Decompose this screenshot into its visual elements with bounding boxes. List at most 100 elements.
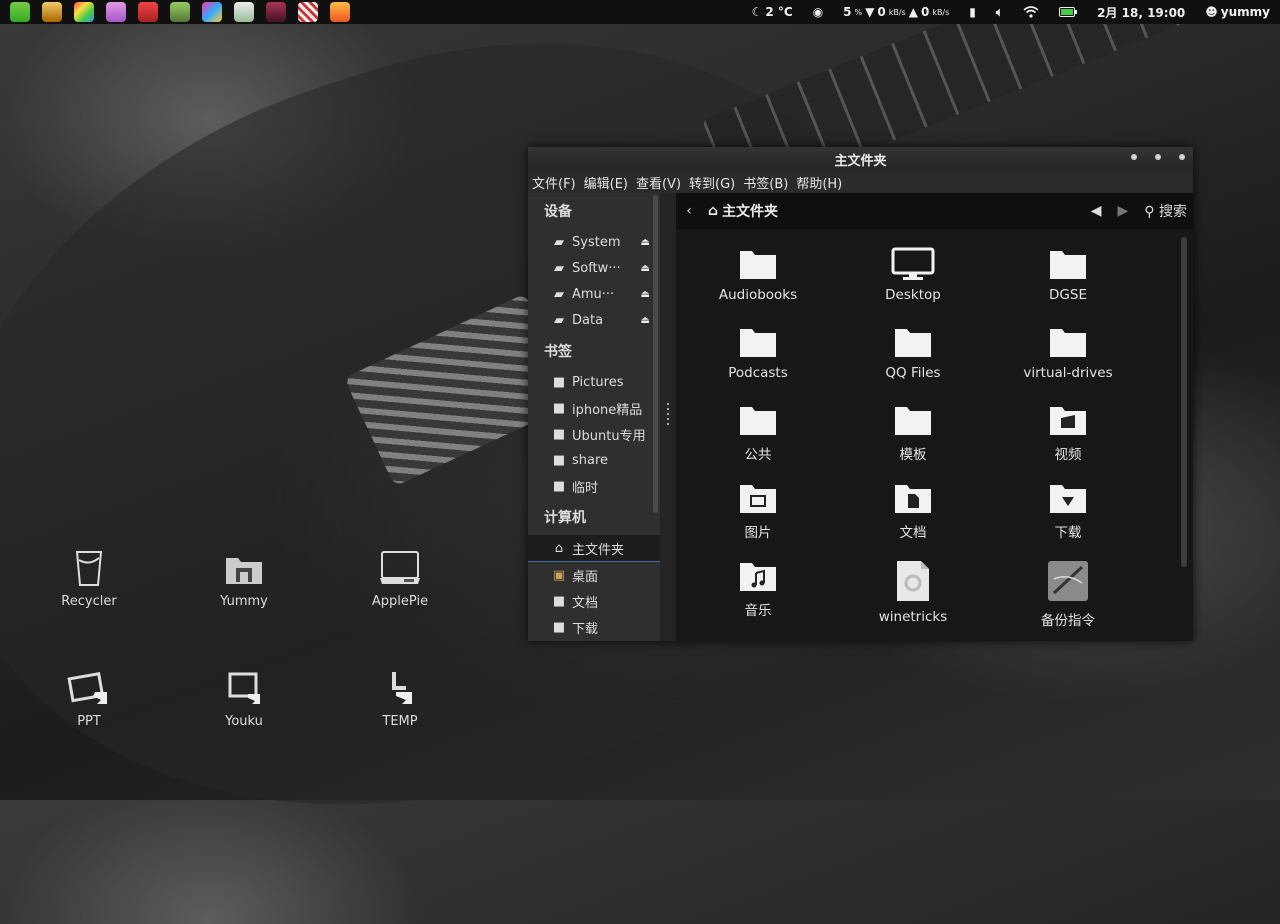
back-arrow-icon[interactable]: ◀ [1091,203,1102,219]
close-button[interactable] [1179,154,1185,160]
file-item-pictures[interactable]: 图片 [698,481,818,541]
weather-indicator[interactable]: ☾ 2 °C [742,5,803,19]
clock[interactable]: 2月 18, 19:00 [1087,4,1195,21]
folder-icon [1050,329,1086,357]
desktop-icon-yummy[interactable]: Yummy [194,548,294,609]
file-item-podcasts[interactable]: Podcasts [698,325,818,381]
minimize-button[interactable] [1131,154,1137,160]
sidebar-item-label: Amu··· [572,286,615,302]
file-item-winetricks[interactable]: winetricks [853,559,973,625]
sidebar-item-temp[interactable]: ■ 临时 [528,473,660,499]
drive-icon: ▰ [554,234,564,250]
desktop-icon-temp[interactable]: TEMP [350,668,450,729]
system-monitor-indicator[interactable]: ◉ [803,5,833,19]
file-item-music[interactable]: 音乐 [698,559,818,619]
menu-help[interactable]: 帮助(H) [796,173,842,192]
menu-bar: 文件(F) 编辑(E) 查看(V) 转到(G) 书签(B) 帮助(H) [528,171,1193,193]
desktop-icon-label: PPT [77,714,101,729]
chevron-left-icon[interactable]: ‹ [676,203,702,219]
battery-icon[interactable] [1049,7,1087,17]
sidebar-item-ubuntu[interactable]: ■ Ubuntu专用 [528,421,660,447]
sidebar-item-share[interactable]: ■ share [528,447,660,473]
app-icon-9[interactable] [266,2,286,22]
sidebar-item-music[interactable]: ■音乐 [528,640,660,641]
file-item-videos[interactable]: 视频 [1008,403,1128,463]
menu-go[interactable]: 转到(G) [689,173,735,192]
folder-icon [1050,251,1086,279]
maximize-button[interactable] [1155,154,1161,160]
sidebar-item-home[interactable]: ⌂ 主文件夹 [528,535,660,562]
clipboard-icon[interactable]: ▮ [959,5,986,19]
desktop-icon-youku[interactable]: Youku [194,668,294,729]
file-item-public[interactable]: 公共 [698,403,818,463]
eject-icon[interactable]: ⏏ [641,289,650,300]
volume-icon[interactable]: 🔈︎ [986,5,1013,20]
file-item-desktop[interactable]: Desktop [853,247,973,303]
sidebar-item-iphone[interactable]: ■ iphone精品 [528,395,660,421]
file-item-downloads[interactable]: 下载 [1008,481,1128,541]
breadcrumb[interactable]: ⌂ 主文件夹 [708,201,778,221]
desktop-icon-ppt[interactable]: PPT [39,668,139,729]
user-menu[interactable]: ☻ yummy [1195,5,1280,19]
file-item-backup-command[interactable]: 备份指令 [1008,559,1128,629]
forward-arrow-icon[interactable]: ▶ [1118,203,1129,219]
app-icon-5[interactable] [138,2,158,22]
file-item-audiobooks[interactable]: Audiobooks [698,247,818,303]
sidebar-item-desktop[interactable]: ▣ 桌面 [528,562,660,588]
file-item-virtual-drives[interactable]: virtual-drives [1008,325,1128,381]
app-icon-10[interactable] [298,2,318,22]
drive-icon: ▰ [554,312,564,328]
sidebar-item-documents[interactable]: ■ 文档 [528,588,660,614]
app-icon-4[interactable] [106,2,126,22]
app-icon-6[interactable] [170,2,190,22]
top-panel: ☾ 2 °C ◉ 5% ▼ 0 kB/s ▲ 0 kB/s ▮ 🔈︎ 2月 18, 19… [0,0,1280,24]
title-bar[interactable]: 主文件夹 [528,147,1193,171]
app-icon-1[interactable] [10,2,30,22]
toolbar-right: ◀ ▶ ⚲ 搜索 [1091,201,1187,221]
desktop-icon-label: Yummy [220,594,268,609]
file-label: Audiobooks [718,287,798,303]
window-body: 设备 ▰ System ⏏ ▰ Softw··· ⏏ ▰ Amu··· ⏏ ▰ Data ⏏ 书… [528,193,1193,641]
eject-icon[interactable]: ⏏ [641,237,650,248]
sidebar-scrollbar[interactable] [653,195,658,513]
file-item-qq-files[interactable]: QQ Files [853,325,973,381]
sidebar-item-label: iphone精品 [572,402,643,418]
up-unit: kB/s [932,7,950,17]
sidebar-item-label: Softw··· [572,260,621,276]
desktop-icon-recycler[interactable]: Recycler [39,548,139,609]
app-icon-3[interactable] [74,2,94,22]
search-button[interactable]: ⚲ 搜索 [1144,201,1187,221]
pane-splitter[interactable] [660,193,676,641]
indicator-area: ☾ 2 °C ◉ 5% ▼ 0 kB/s ▲ 0 kB/s ▮ 🔈︎ 2月 18, 19… [742,0,1280,24]
menu-file[interactable]: 文件(F) [532,173,576,192]
file-item-templates[interactable]: 模板 [853,403,973,463]
desktop-icon-applepie[interactable]: ApplePie [350,548,450,609]
netspeed-indicator[interactable]: 5% ▼ 0 kB/s ▲ 0 kB/s [833,5,959,19]
app-icon-2[interactable] [42,2,62,22]
down-unit: kB/s [888,7,906,17]
file-label: 视频 [1054,447,1082,463]
sidebar-item-data[interactable]: ▰ Data ⏏ [528,307,660,333]
sidebar-item-downloads[interactable]: ■ 下载 [528,614,660,640]
app-icon-11[interactable] [330,2,350,22]
sidebar: 设备 ▰ System ⏏ ▰ Softw··· ⏏ ▰ Amu··· ⏏ ▰ Data ⏏ 书… [528,193,660,641]
sidebar-item-software[interactable]: ▰ Softw··· ⏏ [528,255,660,281]
file-view-scrollbar[interactable] [1181,237,1187,567]
app-icon-8[interactable] [234,2,254,22]
sidebar-item-label: Ubuntu专用 [572,428,646,444]
file-item-dgse[interactable]: DGSE [1008,247,1128,303]
file-label: QQ Files [885,365,941,381]
sidebar-item-pictures[interactable]: ■ Pictures [528,369,660,395]
shortcut-icon [392,672,412,704]
sidebar-item-amu[interactable]: ▰ Amu··· ⏏ [528,281,660,307]
menu-view[interactable]: 查看(V) [636,173,681,192]
menu-edit[interactable]: 编辑(E) [584,173,628,192]
eject-icon[interactable]: ⏏ [641,263,650,274]
eject-icon[interactable]: ⏏ [641,315,650,326]
toolbar: ‹ ⌂ 主文件夹 ◀ ▶ ⚲ 搜索 [676,193,1193,229]
menu-bookmarks[interactable]: 书签(B) [743,173,788,192]
sidebar-item-system[interactable]: ▰ System ⏏ [528,229,660,255]
wifi-icon[interactable] [1013,6,1049,18]
file-item-documents[interactable]: 文档 [853,481,973,541]
app-icon-7[interactable] [202,2,222,22]
